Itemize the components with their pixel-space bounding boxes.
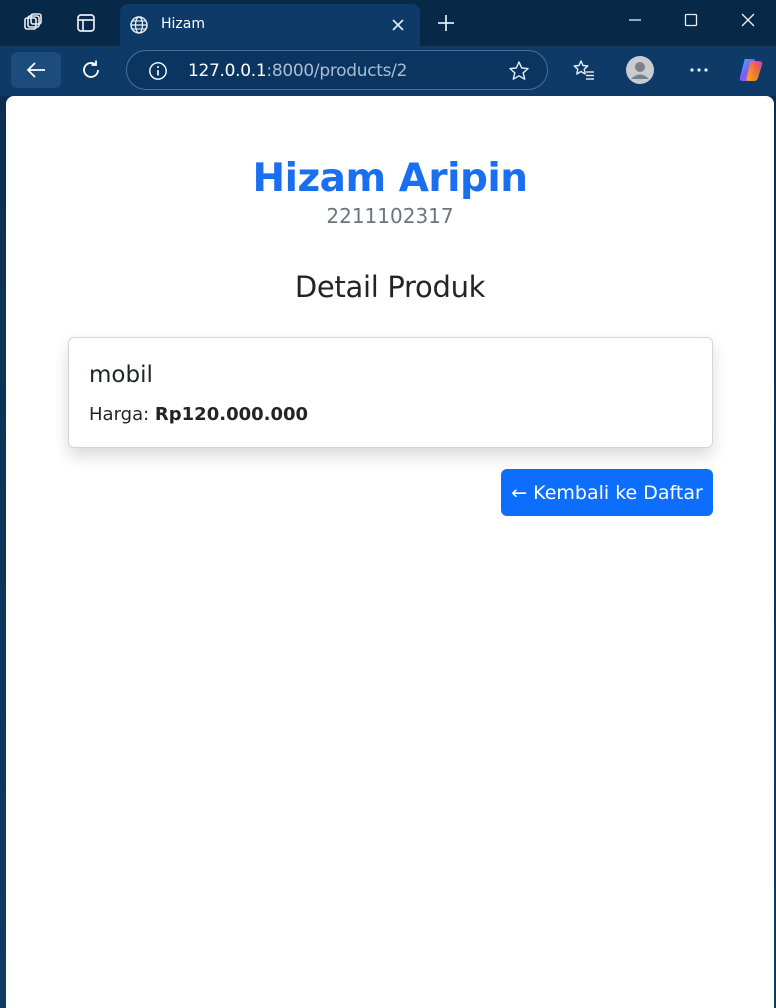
new-tab-icon[interactable] <box>432 9 460 37</box>
back-to-list-button[interactable]: ← Kembali ke Daftar <box>501 469 713 516</box>
copilot-icon[interactable] <box>735 54 767 86</box>
reload-icon <box>79 58 103 82</box>
student-id: 2211102317 <box>326 204 454 228</box>
active-tab[interactable]: Hizam <box>120 4 420 46</box>
page-title: Hizam Aripin <box>252 156 528 201</box>
price-value: Rp120.000.000 <box>154 404 309 425</box>
price-line: Harga: Rp120.000.000 <box>89 404 308 425</box>
product-card: mobil Harga: Rp120.000.000 <box>68 337 713 448</box>
title-bar: Hizam <box>0 0 776 46</box>
price-label: Harga: <box>89 404 150 425</box>
address-bar[interactable]: 127.0.0.1:8000/products/2 <box>126 50 548 90</box>
favorites-icon[interactable] <box>568 54 600 86</box>
browser-toolbar: 127.0.0.1:8000/products/2 <box>0 46 776 96</box>
tab-actions-icon[interactable] <box>71 8 101 38</box>
back-button[interactable] <box>11 52 61 88</box>
close-tab-icon[interactable] <box>386 13 410 37</box>
favorite-star-icon[interactable] <box>507 59 531 83</box>
tab-title: Hizam <box>161 16 205 32</box>
close-window-icon[interactable] <box>731 6 765 34</box>
globe-icon <box>128 14 150 36</box>
url-host: 127.0.0.1 <box>188 61 267 81</box>
workspaces-icon[interactable] <box>18 8 48 38</box>
section-title: Detail Produk <box>294 270 486 304</box>
back-icon <box>24 58 48 82</box>
reload-button[interactable] <box>66 52 116 88</box>
more-icon[interactable] <box>683 54 715 86</box>
product-name: mobil <box>89 362 153 388</box>
url-path: :8000/products/2 <box>266 61 408 81</box>
profile-avatar-icon[interactable] <box>624 54 656 86</box>
page-viewport: Hizam Aripin 2211102317 Detail Produk mo… <box>6 96 774 1008</box>
info-icon[interactable] <box>147 60 169 82</box>
minimize-icon[interactable] <box>618 6 652 34</box>
maximize-icon[interactable] <box>674 6 708 34</box>
url-text: 127.0.0.1:8000/products/2 <box>188 61 407 81</box>
